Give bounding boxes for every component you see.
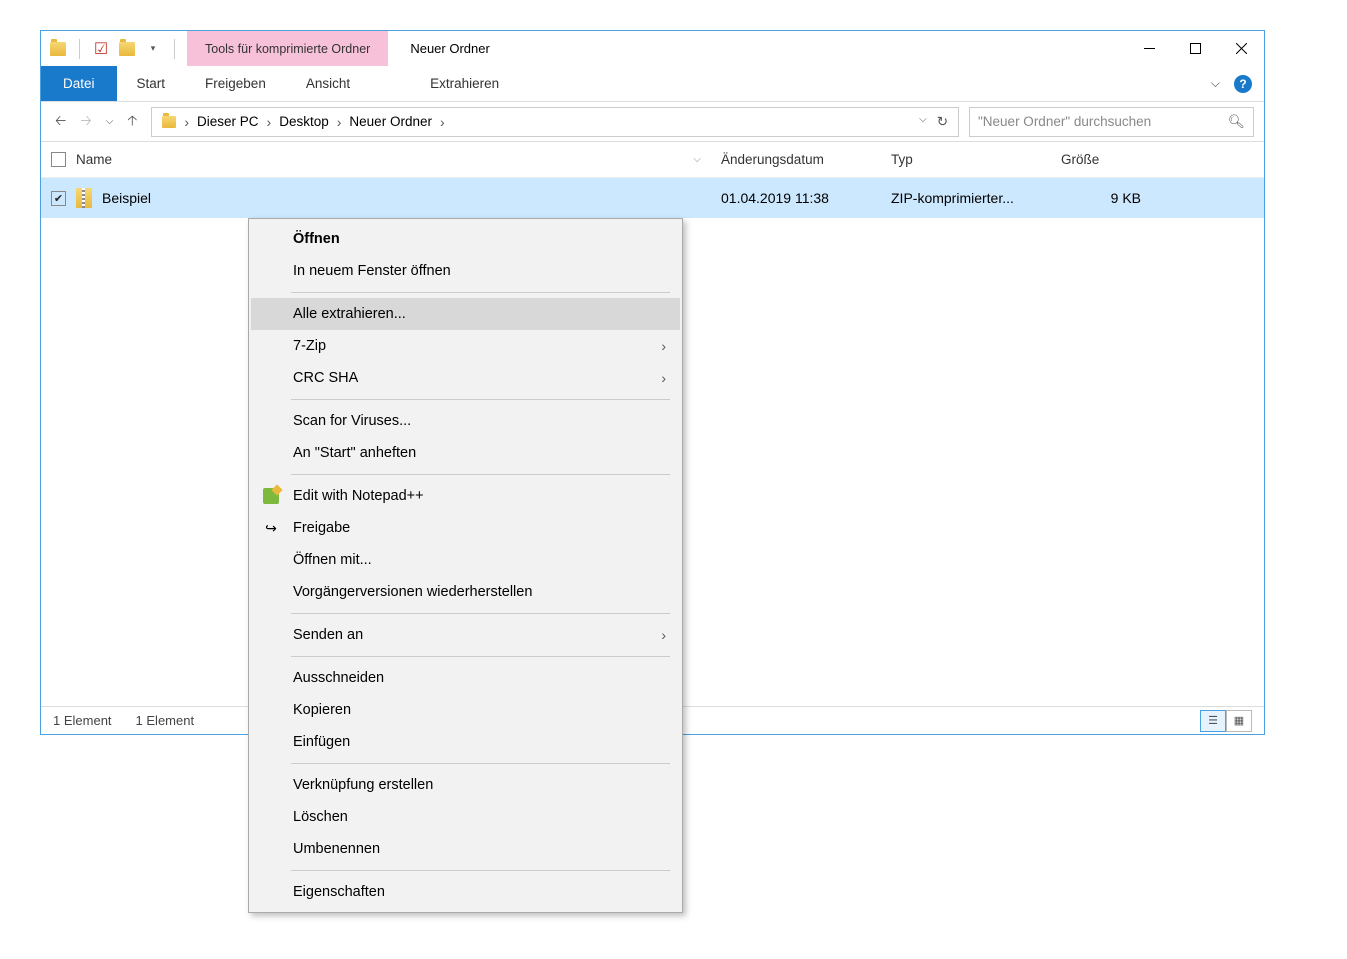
help-icon[interactable]: ? [1234, 75, 1252, 93]
crumb-sep[interactable] [265, 114, 274, 130]
titlebar: ☑ ▾ Tools für komprimierte Ordner Neuer … [41, 31, 1264, 66]
cm-pin-start[interactable]: An "Start" anheften [251, 437, 680, 469]
separator [291, 292, 670, 293]
chevron-right-icon: › [661, 338, 666, 354]
tab-view[interactable]: Ansicht [286, 66, 370, 101]
ribbon-tabs: Datei Start Freigeben Ansicht Extrahiere… [41, 66, 1264, 102]
cm-copy[interactable]: Kopieren [251, 694, 680, 726]
crumb-sep[interactable] [182, 114, 191, 130]
cm-open[interactable]: Öffnen [251, 223, 680, 255]
file-type: ZIP-komprimierter... [881, 190, 1051, 206]
cm-open-new-window[interactable]: In neuem Fenster öffnen [251, 255, 680, 287]
search-box[interactable]: "Neuer Ordner" durchsuchen 🔍︎ [969, 107, 1254, 137]
crumb-desktop[interactable]: Desktop [273, 108, 335, 136]
back-button[interactable]: 🡠 [55, 110, 66, 134]
maximize-button[interactable] [1172, 31, 1218, 66]
column-date[interactable]: Änderungsdatum [711, 152, 881, 167]
close-button[interactable] [1218, 31, 1264, 66]
column-headers: Name ⌵ Änderungsdatum Typ Größe [41, 142, 1264, 178]
file-date: 01.04.2019 11:38 [711, 190, 881, 206]
search-placeholder: "Neuer Ordner" durchsuchen [978, 114, 1151, 129]
search-icon[interactable]: 🔍︎ [1228, 114, 1245, 130]
cm-edit-notepadpp[interactable]: Edit with Notepad++ [251, 480, 680, 512]
context-menu: Öffnen In neuem Fenster öffnen Alle extr… [248, 218, 683, 913]
history-dropdown-icon[interactable]: ⌵ [919, 114, 927, 130]
cm-scan-viruses[interactable]: Scan for Viruses... [251, 405, 680, 437]
cm-share[interactable]: ↪Freigabe [251, 512, 680, 544]
separator [291, 399, 670, 400]
status-selection: 1 Element [136, 713, 195, 728]
separator [291, 613, 670, 614]
separator [291, 763, 670, 764]
separator [291, 474, 670, 475]
file-size: 9 KB [1051, 190, 1161, 206]
tab-start[interactable]: Start [117, 66, 186, 101]
crumb-this-pc[interactable]: Dieser PC [191, 108, 265, 136]
cm-create-shortcut[interactable]: Verknüpfung erstellen [251, 769, 680, 801]
cm-extract-all[interactable]: Alle extrahieren... [251, 298, 680, 330]
up-button[interactable]: 🡡 [127, 110, 137, 134]
cm-delete[interactable]: Löschen [251, 801, 680, 833]
cm-rename[interactable]: Umbenennen [251, 833, 680, 865]
chevron-right-icon: › [661, 370, 666, 386]
cm-crc-sha[interactable]: CRC SHA› [251, 362, 680, 394]
separator [174, 39, 175, 59]
tab-extract[interactable]: Extrahieren [410, 66, 519, 101]
window-controls [1126, 31, 1264, 66]
address-root-icon[interactable] [156, 108, 182, 136]
select-all-checkbox[interactable] [51, 152, 66, 167]
notepadpp-icon [261, 486, 281, 506]
customize-qat-icon[interactable]: ▾ [144, 40, 162, 58]
status-count: 1 Element [53, 713, 112, 728]
navigation-bar: 🡠 🡢 ⌵ 🡡 Dieser PC Desktop Neuer Ordner ⌵… [41, 102, 1264, 142]
column-type[interactable]: Typ [881, 152, 1051, 167]
separator [79, 39, 80, 59]
crumb-sep[interactable] [335, 114, 344, 130]
ribbon-right: ⌵ ? [1199, 66, 1264, 101]
column-size[interactable]: Größe [1051, 152, 1161, 167]
cm-restore-versions[interactable]: Vorgängerversionen wiederherstellen [251, 576, 680, 608]
thumbnails-view-icon[interactable]: ▦ [1226, 710, 1252, 732]
tab-share[interactable]: Freigeben [185, 66, 286, 101]
zip-icon [76, 188, 92, 208]
cm-paste[interactable]: Einfügen [251, 726, 680, 758]
separator [291, 870, 670, 871]
file-row[interactable]: ✔ Beispiel 01.04.2019 11:38 ZIP-komprimi… [41, 178, 1264, 218]
cm-properties[interactable]: Eigenschaften [251, 876, 680, 908]
nav-arrows: 🡠 🡢 ⌵ 🡡 [51, 110, 141, 134]
column-name-label: Name [76, 152, 112, 167]
column-name[interactable]: Name ⌵ [41, 152, 711, 167]
dropdown-icon[interactable]: ⌵ [693, 154, 701, 165]
properties-icon[interactable]: ☑ [92, 40, 110, 58]
cm-send-to[interactable]: Senden an› [251, 619, 680, 651]
recent-locations-icon[interactable]: ⌵ [106, 116, 114, 127]
contextual-tab-group: Tools für komprimierte Ordner [187, 31, 388, 66]
details-view-icon[interactable]: ☰ [1200, 710, 1226, 732]
minimize-button[interactable] [1126, 31, 1172, 66]
file-tab[interactable]: Datei [41, 66, 117, 101]
collapse-ribbon-icon[interactable]: ⌵ [1211, 76, 1220, 91]
new-folder-icon[interactable] [118, 40, 136, 58]
forward-button[interactable]: 🡢 [80, 110, 91, 134]
crumb-folder[interactable]: Neuer Ordner [343, 108, 438, 136]
crumb-sep[interactable] [438, 114, 447, 130]
file-name: Beispiel [102, 190, 151, 206]
cm-cut[interactable]: Ausschneiden [251, 662, 680, 694]
separator [291, 656, 670, 657]
quick-access-toolbar: ☑ ▾ [41, 31, 187, 66]
cm-open-with[interactable]: Öffnen mit... [251, 544, 680, 576]
refresh-icon[interactable]: ↻ [937, 114, 948, 130]
row-checkbox[interactable]: ✔ [51, 191, 66, 206]
address-bar[interactable]: Dieser PC Desktop Neuer Ordner ⌵ ↻ [151, 107, 959, 137]
share-icon: ↪ [261, 518, 281, 538]
chevron-right-icon: › [661, 627, 666, 643]
cm-7zip[interactable]: 7-Zip› [251, 330, 680, 362]
window-title: Neuer Ordner [388, 31, 1126, 66]
app-icon [49, 40, 67, 58]
